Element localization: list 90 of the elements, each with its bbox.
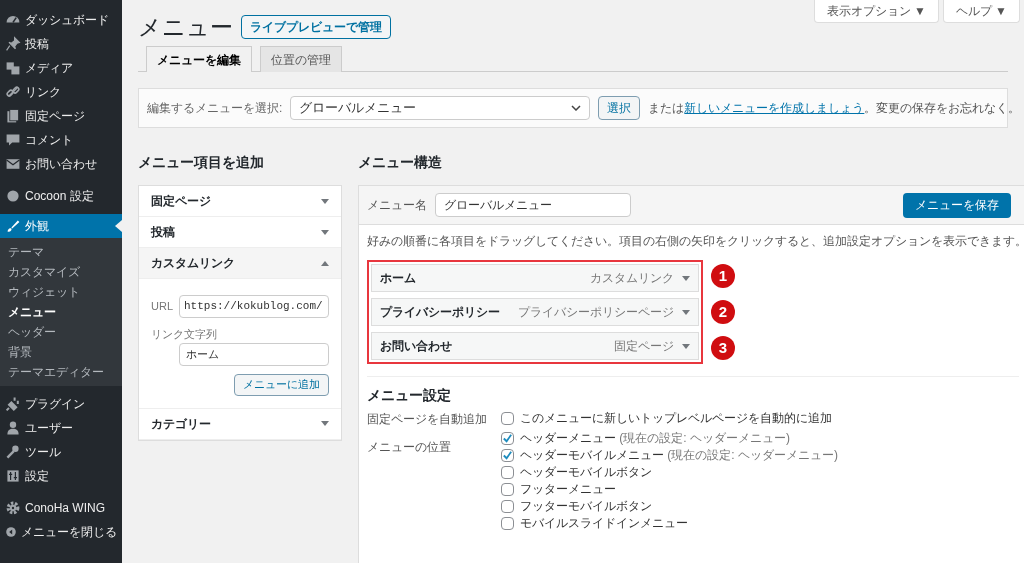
caret-icon xyxy=(321,229,329,235)
section-heading: メニュー項目を追加 xyxy=(138,153,265,172)
select-button[interactable]: 選択 xyxy=(598,96,641,120)
tab[interactable]: 位置の管理 xyxy=(260,46,342,72)
menu-name-field[interactable]: グローバルメニュー xyxy=(435,193,631,217)
checkbox-label: このメニューに新しいトップレベルページを自動的に追加 xyxy=(520,410,832,428)
sidebar-item[interactable]: ツール xyxy=(0,440,122,464)
link-icon xyxy=(5,84,21,100)
sidebar-item[interactable]: 外観 xyxy=(0,214,122,238)
number-badge: 3 xyxy=(711,336,735,361)
checkbox-label: フッターモバイルボタン xyxy=(520,498,652,516)
pages-icon xyxy=(5,108,21,124)
sidebar-item[interactable]: お問い合わせ xyxy=(0,152,122,176)
sidebar-item[interactable]: ConoHa WING xyxy=(0,496,122,520)
checkbox-label: ヘッダーモバイルメニュー (現在の設定: ヘッダーメニュー) xyxy=(520,447,838,465)
speech-bubble-icon xyxy=(5,132,21,148)
sidebar-item[interactable]: メニューを閉じる xyxy=(0,520,122,544)
checkbox[interactable] xyxy=(501,499,514,513)
sidebar-item[interactable]: リンク xyxy=(0,80,122,104)
checkbox[interactable] xyxy=(501,516,514,530)
envelope-icon xyxy=(5,156,21,172)
submenu-item[interactable]: メニュー xyxy=(0,302,122,322)
number-badge: 2 xyxy=(711,300,735,325)
sidebar-item[interactable]: プラグイン xyxy=(0,392,122,416)
media-icon xyxy=(5,60,21,76)
live-preview-button[interactable]: ライブプレビューで管理 xyxy=(241,15,391,39)
instructions-text: 好みの順番に各項目をドラッグしてください。項目の右側の矢印をクリックすると、追加設定オプションを表示できます。 xyxy=(366,234,1024,249)
caret-icon xyxy=(682,275,690,281)
checkbox[interactable] xyxy=(501,448,514,462)
sidebar-item[interactable]: Cocoon 設定 xyxy=(0,184,122,208)
select-note: または新しいメニューを作成しましょう。変更の保存をお忘れなく。 xyxy=(648,100,1021,117)
submenu-item[interactable]: 背景 xyxy=(0,342,122,362)
sidebar-item[interactable]: 設定 xyxy=(0,464,122,488)
field-label: リンク文字列 xyxy=(151,327,217,342)
caret-icon xyxy=(321,260,329,266)
select-label: 編集するメニューを選択: xyxy=(147,100,283,117)
menu-item-bar[interactable]: プライバシーポリシー プライバシーポリシーページ xyxy=(371,298,699,327)
caret-icon xyxy=(682,309,690,315)
wrench-icon xyxy=(5,444,21,460)
menu-item-bar[interactable]: ホーム カスタムリンク xyxy=(371,264,699,293)
checkbox[interactable] xyxy=(501,431,514,445)
menu-name-label: メニュー名 xyxy=(367,197,427,214)
setting-label: メニューの位置 xyxy=(367,439,452,457)
sidebar-item[interactable]: コメント xyxy=(0,128,122,152)
checkbox[interactable] xyxy=(501,482,514,496)
settings-icon xyxy=(5,468,21,484)
link-text-field[interactable]: ホーム xyxy=(179,342,329,366)
checkbox[interactable] xyxy=(501,465,514,479)
plug-icon xyxy=(5,396,21,412)
pin-icon xyxy=(5,36,21,52)
caret-icon xyxy=(682,343,690,349)
settings-icon xyxy=(5,500,21,516)
sidebar-item[interactable]: ユーザー xyxy=(0,416,122,440)
caret-icon xyxy=(321,421,329,426)
circle-icon xyxy=(5,188,21,204)
screen-option-tab[interactable]: ヘルプ ▼ xyxy=(942,0,1020,23)
submenu-item[interactable]: カスタマイズ xyxy=(0,262,122,282)
submenu-item[interactable]: ウィジェット xyxy=(0,282,122,302)
tab[interactable]: メニューを編集 xyxy=(146,46,252,72)
field-label: URL xyxy=(151,299,173,315)
page-title: メニュー xyxy=(138,12,233,42)
checkbox-label: ヘッダーメニュー (現在の設定: ヘッダーメニュー) xyxy=(520,430,790,448)
menu-item-bar[interactable]: お問い合わせ 固定ページ xyxy=(371,332,699,361)
checkbox-label: モバイルスライドインメニュー xyxy=(520,515,688,533)
sidebar-item[interactable]: 固定ページ xyxy=(0,104,122,128)
checkbox[interactable] xyxy=(501,411,514,425)
section-heading: メニュー構造 xyxy=(358,153,443,172)
checkbox-label: フッターメニュー xyxy=(520,481,616,499)
sidebar-item[interactable]: メディア xyxy=(0,56,122,80)
number-badge: 1 xyxy=(711,264,735,289)
checkbox-label: ヘッダーモバイルボタン xyxy=(520,464,652,482)
sidebar-item[interactable]: ダッシュボード xyxy=(0,8,122,32)
caret-icon xyxy=(321,198,329,204)
sidebar-item[interactable]: 投稿 xyxy=(0,32,122,56)
user-icon xyxy=(5,420,21,436)
submenu-item[interactable]: テーマ xyxy=(0,242,122,262)
url-field[interactable]: https://kokublog.com/ xyxy=(179,295,329,318)
collapse-icon xyxy=(5,524,17,540)
section-heading: メニュー設定 xyxy=(367,386,452,406)
submenu-item[interactable]: ヘッダー xyxy=(0,322,122,342)
accordion-header[interactable]: カスタムリンク xyxy=(139,248,341,279)
add-to-menu-button[interactable]: メニューに追加 xyxy=(234,373,329,396)
chevron-icon xyxy=(571,105,582,111)
brush-icon xyxy=(5,218,21,234)
new-menu-link[interactable]: 新しいメニューを作成しましょう xyxy=(684,101,865,115)
submenu-item[interactable]: テーマエディター xyxy=(0,362,122,382)
screen-option-tab[interactable]: 表示オプション ▼ xyxy=(813,0,939,23)
menu-dropdown[interactable]: グローバルメニュー xyxy=(290,96,591,120)
setting-label: 固定ページを自動追加 xyxy=(367,411,488,429)
save-menu-button[interactable]: メニューを保存 xyxy=(903,192,1011,218)
